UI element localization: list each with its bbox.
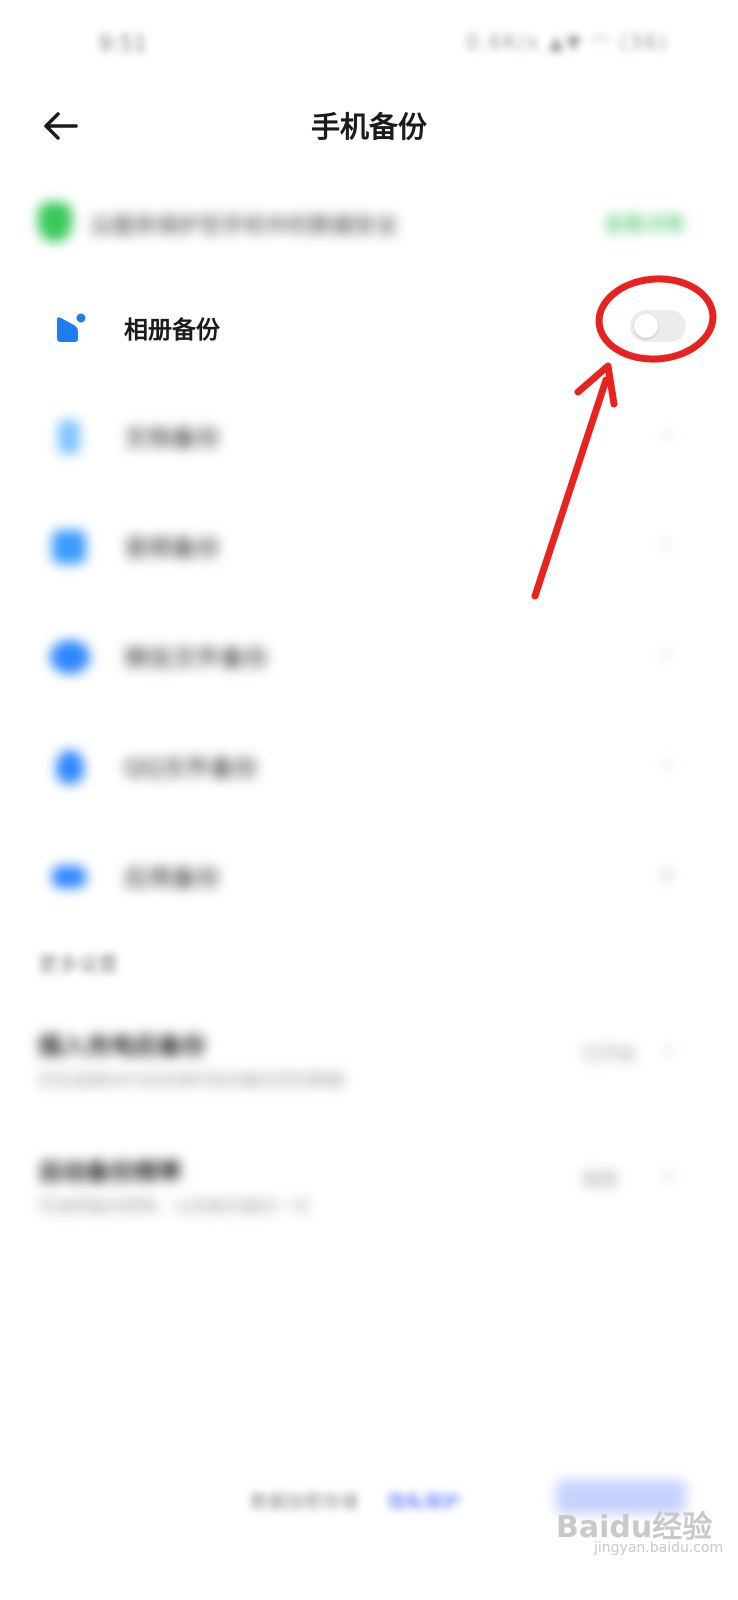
status-time: 9:51 [98,32,148,57]
status-bar: 9:51 0.6K/s ▲▼ ◠ (36) [0,0,738,90]
row-wechat-backup[interactable]: 微信文件备份 › [0,604,738,714]
info-banner[interactable]: 云服务保护您手机中的数据安全 查看详情 [30,196,710,252]
setting-value: 已开启 [582,1044,636,1065]
qq-icon [56,750,84,784]
setting-charge-backup[interactable]: 插入充电后备份 仅在连接WiFi且充电时自动备份您的数据 已开启 › [0,1026,738,1136]
setting-desc: 可选择备份频率，以及每天备份一次 [38,1197,310,1217]
setting-backup-frequency[interactable]: 自动备份频率 可选择备份频率，以及每天备份一次 每周 › [0,1152,738,1262]
chevron-right-icon: › [662,640,672,668]
app-backup-label: 应用备份 [124,864,220,892]
section-title: 更多设置 [38,952,118,976]
audio-icon [52,530,86,564]
banner-text: 云服务保护您手机中的数据安全 [90,214,399,239]
row-album-backup[interactable]: 相册备份 [0,272,738,382]
chevron-right-icon: › [662,860,672,888]
row-qq-backup[interactable]: QQ文件备份 › [0,714,738,824]
page-title: 手机备份 [310,110,427,144]
album-icon [57,313,86,342]
status-indicators: 0.6K/s ▲▼ ◠ (36) [466,30,669,54]
document-backup-label: 文档备份 [124,424,220,452]
wechat-icon [50,640,90,674]
album-backup-label: 相册备份 [124,316,220,344]
app-icon [52,866,86,888]
setting-title: 插入充电后备份 [38,1032,206,1060]
row-app-backup[interactable]: 应用备份 › [0,824,738,934]
setting-title: 自动备份频率 [38,1158,182,1186]
setting-value: 每周 [582,1170,618,1191]
album-backup-toggle[interactable] [630,310,686,342]
footer-text: 数据加密存储 [250,1492,358,1513]
footer-link[interactable]: 隐私保护 [388,1488,460,1514]
watermark-url: jingyan.baidu.com [594,1540,724,1556]
chevron-right-icon: › [664,1164,673,1189]
document-icon [58,420,80,454]
wechat-backup-label: 微信文件备份 [124,644,268,672]
chevron-right-icon: › [664,1038,673,1063]
qq-backup-label: QQ文件备份 [124,754,258,782]
banner-action[interactable]: 查看详情 [604,208,684,237]
shield-icon [38,202,72,242]
setting-desc: 仅在连接WiFi且充电时自动备份您的数据 [38,1071,345,1091]
chevron-right-icon: › [662,420,672,448]
row-document-backup[interactable]: 文档备份 › [0,384,738,494]
chevron-right-icon: › [662,530,672,558]
toggle-knob [634,314,658,338]
row-audio-backup[interactable]: 音频备份 › [0,494,738,604]
audio-backup-label: 音频备份 [124,534,220,562]
chevron-right-icon: › [662,750,672,778]
